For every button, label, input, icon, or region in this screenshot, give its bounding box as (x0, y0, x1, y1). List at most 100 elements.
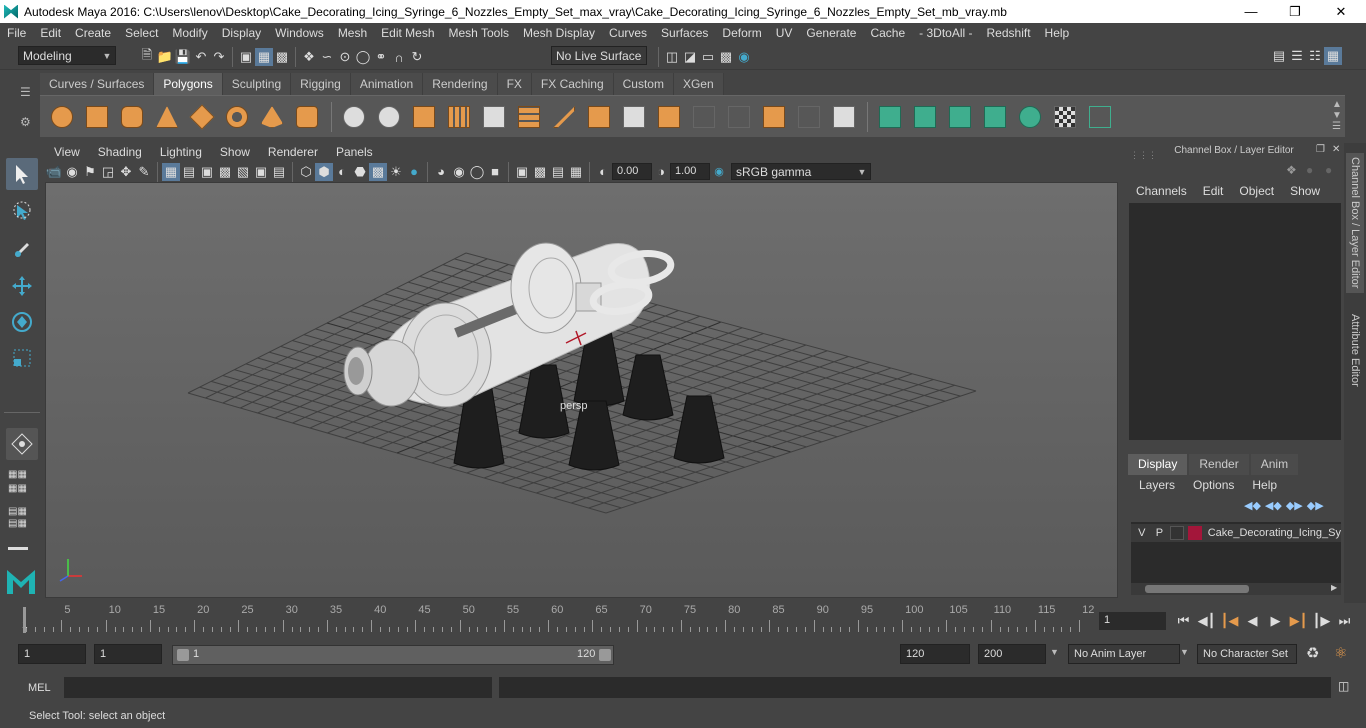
rotate-tool-icon[interactable] (6, 306, 38, 338)
step-back-key-icon[interactable]: ◀┃ (1195, 613, 1218, 629)
live-surface-field[interactable]: No Live Surface (551, 46, 647, 65)
viewport-menu-renderer[interactable]: Renderer (259, 145, 327, 159)
range-end-handle[interactable] (599, 649, 611, 661)
perspective-viewport[interactable] (45, 182, 1118, 598)
step-back-frame-icon[interactable]: ┃◀ (1218, 613, 1241, 629)
menu-select[interactable]: Select (118, 26, 165, 40)
menu-surfaces[interactable]: Surfaces (654, 26, 715, 40)
poly-pipe-icon[interactable] (293, 103, 321, 131)
move-tool-icon[interactable] (6, 270, 38, 302)
play-backward-icon[interactable]: ◀ (1241, 613, 1264, 629)
xray-components-icon[interactable]: ▦ (567, 163, 585, 181)
restore-button[interactable]: ❐ (1272, 0, 1318, 23)
gear-icon[interactable]: ⚙ (20, 115, 31, 129)
snap-curve-icon[interactable]: ∽ (318, 48, 336, 66)
menu-mesh-tools[interactable]: Mesh Tools (442, 26, 516, 40)
go-to-start-icon[interactable]: ⏮ (1172, 613, 1195, 629)
sew-uv-icon[interactable] (1086, 103, 1114, 131)
cb-menu-show[interactable]: Show (1282, 184, 1328, 200)
save-scene-icon[interactable]: 💾 (174, 48, 192, 66)
exposure-icon[interactable]: ◐ (594, 163, 612, 181)
command-input[interactable] (64, 677, 492, 698)
tab-rendering[interactable]: Rendering (423, 73, 498, 95)
magnet-icon[interactable]: ∩ (390, 48, 408, 66)
snap-live-icon[interactable]: ⚭ (372, 48, 390, 66)
tab-curves-surfaces[interactable]: Curves / Surfaces (40, 73, 155, 95)
layout-outliner-icon[interactable]: ▬▬ (8, 542, 28, 553)
uv-editor-icon[interactable] (760, 103, 788, 131)
bevel-icon[interactable] (585, 103, 613, 131)
tab-rigging[interactable]: Rigging (291, 73, 351, 95)
insert-edge-loop-icon[interactable] (620, 103, 648, 131)
poly-plane-icon[interactable] (188, 103, 216, 131)
redo-icon[interactable]: ↷ (210, 48, 228, 66)
lasso-tool-icon[interactable] (6, 196, 38, 228)
undo-icon[interactable]: ↶ (192, 48, 210, 66)
layer-menu-options[interactable]: Options (1184, 478, 1243, 492)
mirror-icon[interactable] (410, 103, 438, 131)
menu-generate[interactable]: Generate (799, 26, 863, 40)
motion-blur-icon[interactable]: ◉ (450, 163, 468, 181)
minimize-button[interactable]: — (1228, 0, 1274, 23)
layout-two-pane-icon[interactable]: ▤▦ ▤▦ (8, 506, 27, 530)
menu-mesh[interactable]: Mesh (331, 26, 374, 40)
resolution-gate-icon[interactable]: ▣ (198, 163, 216, 181)
move-layer-down-icon[interactable]: ◀◆ (1265, 499, 1282, 512)
snap-point-icon[interactable]: ⊙ (336, 48, 354, 66)
planar-map-icon[interactable] (876, 103, 904, 131)
layout-single-icon[interactable]: ▦▦ ▦▦ (8, 468, 27, 496)
extrude-icon[interactable] (480, 103, 508, 131)
history-icon[interactable]: ↻ (408, 48, 426, 66)
safe-title-icon[interactable]: ▤ (270, 163, 288, 181)
gamma-field[interactable]: 1.00 (670, 163, 710, 180)
safe-action-icon[interactable]: ▣ (252, 163, 270, 181)
camera-select-icon[interactable]: 📹 (45, 163, 63, 181)
menu-deform[interactable]: Deform (715, 26, 768, 40)
cb-menu-edit[interactable]: Edit (1195, 184, 1232, 200)
animation-end-field[interactable]: 200 (978, 644, 1046, 664)
lights-icon[interactable]: ☀ (387, 163, 405, 181)
panel-close-icon[interactable]: ✕ (1332, 144, 1340, 155)
separate-icon[interactable] (375, 103, 403, 131)
tab-xgen[interactable]: XGen (673, 73, 724, 95)
depth-of-field-icon[interactable]: ■ (486, 163, 504, 181)
layer-visibility-toggle[interactable]: V (1131, 527, 1153, 539)
range-slider[interactable]: 1 120 (172, 645, 614, 665)
image-plane-icon[interactable]: ◲ (99, 163, 117, 181)
textured-icon[interactable]: ⬣ (351, 163, 369, 181)
cb-menu-object[interactable]: Object (1231, 184, 1282, 200)
smooth-shade-icon[interactable]: ⬢ (315, 162, 333, 181)
shelf-scroll-icon[interactable]: ▲ ▼ ☰ (1332, 99, 1342, 132)
viewport-menu-view[interactable]: View (45, 145, 89, 159)
side-tab-attribute-editor[interactable]: Attribute Editor (1346, 308, 1364, 393)
tab-anim[interactable]: Anim (1250, 454, 1299, 475)
animation-start-field[interactable]: 1 (18, 644, 86, 664)
grid-toggle-icon[interactable]: ▦ (162, 162, 180, 181)
smooth-icon[interactable] (445, 103, 473, 131)
menu-curves[interactable]: Curves (602, 26, 654, 40)
poly-pyramid-icon[interactable] (258, 103, 286, 131)
current-frame-field[interactable]: 1 (1099, 612, 1166, 630)
exposure-field[interactable]: 0.00 (612, 163, 652, 180)
play-forward-icon[interactable]: ▶ (1264, 613, 1287, 629)
paint-select-tool-icon[interactable] (6, 232, 38, 264)
poly-cube-icon[interactable] (83, 103, 111, 131)
color-space-dropdown[interactable]: sRGB gamma ▼ (731, 163, 871, 180)
tab-display[interactable]: Display (1128, 454, 1188, 475)
2d-pan-zoom-icon[interactable]: ✥ (117, 163, 135, 181)
move-layer-up-icon[interactable]: ◀◆ (1244, 499, 1261, 512)
current-time-indicator[interactable] (23, 607, 26, 633)
scroll-right-icon[interactable]: ▶ (1331, 583, 1337, 592)
scene-canvas[interactable] (46, 183, 1118, 598)
menu-help[interactable]: Help (1038, 26, 1077, 40)
bookmark-icon[interactable]: ⚑ (81, 163, 99, 181)
anim-layer-dropdown[interactable]: No Anim Layer (1068, 644, 1180, 664)
multi-cut-icon[interactable] (550, 103, 578, 131)
playback-start-field[interactable]: 1 (94, 644, 162, 664)
panel-float-icon[interactable]: ❐ (1316, 144, 1325, 155)
checker-icon[interactable]: ▩ (369, 162, 387, 181)
anti-alias-icon[interactable]: ◯ (468, 163, 486, 181)
isolate-select-icon[interactable]: ▣ (513, 163, 531, 181)
tab-animation[interactable]: Animation (350, 73, 424, 95)
fill-hole-icon[interactable] (690, 103, 718, 131)
